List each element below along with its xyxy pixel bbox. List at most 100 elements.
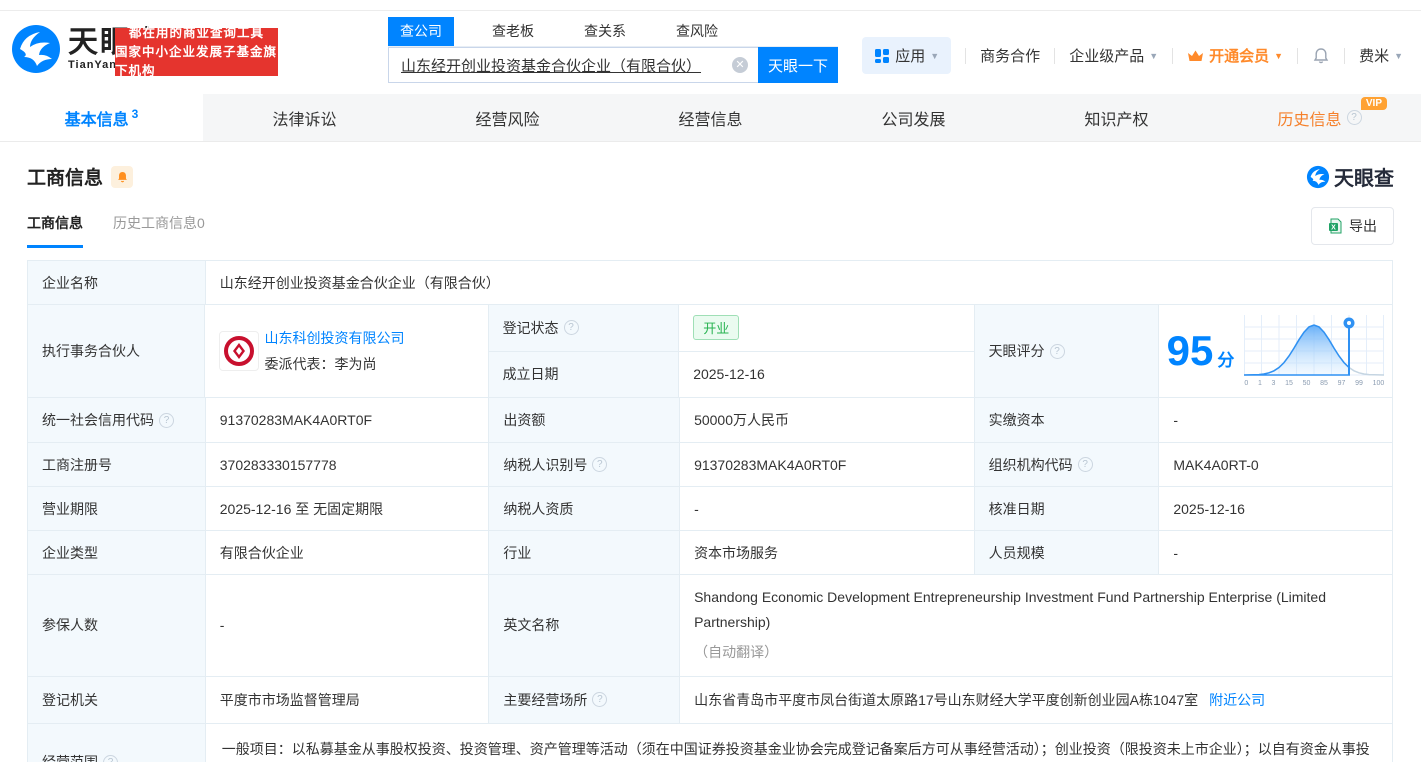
tab-operation-risk-label: 经营风险	[475, 106, 539, 130]
field-label: 行业	[489, 531, 680, 574]
table-row: 统一社会信用代码 ? 91370283MAK4A0RT0F 出资额 50000万…	[28, 398, 1392, 443]
nav-open-vip-label: 开通会员	[1209, 45, 1269, 66]
tab-company-development[interactable]: 公司发展	[812, 94, 1015, 141]
tab-operation-risk[interactable]: 经营风险	[406, 94, 609, 141]
nav-business-coop[interactable]: 商务合作	[980, 45, 1040, 66]
tab-operation-info[interactable]: 经营信息	[609, 94, 812, 141]
question-icon[interactable]: ?	[1347, 110, 1362, 125]
company-type-value: 有限合伙企业	[206, 531, 490, 574]
org-code-value: MAK4A0RT-0	[1159, 443, 1392, 486]
field-label: 执行事务合伙人	[28, 305, 205, 397]
vip-badge: VIP	[1361, 97, 1387, 110]
score-curve-chart: 0131550859799100	[1244, 315, 1384, 387]
field-label: 组织机构代码 ?	[975, 443, 1160, 486]
question-icon[interactable]: ?	[564, 320, 579, 335]
search-tab-company[interactable]: 查公司	[388, 17, 454, 46]
tab-legal[interactable]: 法律诉讼	[203, 94, 406, 141]
tab-history-info-label: 历史信息	[1277, 106, 1341, 130]
field-label: 纳税人资质	[489, 487, 680, 530]
taxpayer-qualification-value: -	[680, 487, 975, 530]
table-row: 执行事务合伙人 山东科创投资有限公司 委派代表：李为尚 登记状态 ?	[28, 305, 1392, 398]
site-header: 天眼查 TianYanCha.com 都在用的商业查询工具 国家中小企业发展子基…	[0, 11, 1421, 94]
search-tab-relation[interactable]: 查关系	[572, 17, 638, 46]
taxpayer-id-value: 91370283MAK4A0RT0F	[680, 443, 975, 486]
business-term-value: 2025-12-16 至 无固定期限	[206, 487, 490, 530]
field-label: 实缴资本	[975, 398, 1160, 442]
search-tab-risk[interactable]: 查风险	[664, 17, 730, 46]
search-tab-boss[interactable]: 查老板	[480, 17, 546, 46]
chevron-down-icon: ▼	[1149, 51, 1158, 61]
english-name-value: Shandong Economic Development Entreprene…	[680, 575, 1392, 676]
field-label: 人员规模	[975, 531, 1160, 574]
score-unit: 分	[1217, 346, 1234, 371]
tab-history-info[interactable]: VIP 历史信息 ?	[1218, 94, 1421, 141]
search-tabs: 查公司 查老板 查关系 查风险	[388, 17, 838, 47]
field-label: 主要经营场所 ?	[489, 677, 680, 723]
nav-notifications[interactable]	[1312, 47, 1330, 65]
table-row: 参保人数 - 英文名称 Shandong Economic Developmen…	[28, 575, 1392, 677]
field-label: 登记机关	[28, 677, 206, 723]
chevron-down-icon: ▼	[1274, 51, 1283, 61]
top-divider	[0, 0, 1421, 11]
subtab-history-business-info[interactable]: 历史工商信息0	[113, 213, 205, 245]
partner-company-link[interactable]: 山东科创投资有限公司	[264, 328, 404, 348]
question-icon[interactable]: ?	[1078, 457, 1093, 472]
subscribe-bell-icon[interactable]	[111, 166, 133, 188]
question-icon[interactable]: ?	[592, 457, 607, 472]
question-icon[interactable]: ?	[592, 692, 607, 707]
question-icon[interactable]: ?	[159, 413, 174, 428]
nearby-companies-link[interactable]: 附近公司	[1209, 690, 1265, 710]
table-row: 企业类型 有限合伙企业 行业 资本市场服务 人员规模 -	[28, 531, 1392, 575]
field-label: 统一社会信用代码 ?	[28, 398, 206, 442]
search-clear-icon[interactable]: ✕	[732, 57, 748, 73]
search-module: 查公司 查老板 查关系 查风险 ✕ 天眼一下	[388, 17, 838, 83]
tab-basic-info[interactable]: 基本信息 3	[0, 94, 203, 141]
chevron-down-icon: ▼	[1394, 51, 1403, 61]
tab-basic-info-count: 3	[132, 107, 139, 121]
business-scope-value: 一般项目：以私募基金从事股权投资、投资管理、资产管理等活动（须在中国证券投资基金…	[206, 724, 1392, 762]
nav-enterprise-products[interactable]: 企业级产品 ▼	[1069, 45, 1158, 66]
insured-count-value: -	[206, 575, 490, 676]
nav-apps[interactable]: 应用 ▼	[862, 37, 951, 74]
approval-date-value: 2025-12-16	[1159, 487, 1392, 530]
search-button[interactable]: 天眼一下	[758, 47, 838, 83]
field-label: 出资额	[489, 398, 680, 442]
registration-authority-value: 平度市市场监督管理局	[206, 677, 490, 723]
industry-value: 资本市场服务	[680, 531, 975, 574]
tianyan-score-cell: 95 分	[1159, 305, 1392, 397]
tab-intellectual-property[interactable]: 知识产权	[1015, 94, 1218, 141]
svg-text:X: X	[1331, 225, 1336, 232]
field-label: 营业期限	[28, 487, 206, 530]
field-label: 参保人数	[28, 575, 206, 676]
registration-status-value: 开业	[679, 305, 973, 351]
export-label: 导出	[1349, 216, 1377, 236]
table-row: 企业名称 山东经开创业投资基金合伙企业（有限合伙）	[28, 261, 1392, 305]
partner-representative: 委派代表：李为尚	[264, 354, 404, 374]
question-icon[interactable]: ?	[1050, 344, 1065, 359]
search-input[interactable]	[388, 47, 758, 83]
auto-translate-note: （自动翻译）	[694, 640, 778, 665]
establish-date-value: 2025-12-16	[679, 352, 973, 398]
export-button[interactable]: X 导出	[1311, 207, 1394, 245]
tab-legal-label: 法律诉讼	[272, 106, 336, 130]
tianyancha-watermark: 天眼查	[1306, 162, 1394, 191]
promo-banner: 都在用的商业查询工具 国家中小企业发展子基金旗下机构	[115, 28, 278, 76]
tab-operation-info-label: 经营信息	[678, 106, 742, 130]
partner-company-logo	[219, 331, 259, 371]
field-label: 登记状态 ?	[489, 305, 680, 351]
tab-company-development-label: 公司发展	[881, 106, 945, 130]
score-value: 95	[1167, 330, 1214, 372]
company-name-value: 山东经开创业投资基金合伙企业（有限合伙）	[206, 261, 1392, 304]
tianyancha-logo-icon	[10, 23, 62, 75]
nav-separator	[965, 48, 966, 64]
nav-user-menu[interactable]: 费米 ▼	[1359, 45, 1403, 66]
nav-business-coop-label: 商务合作	[980, 45, 1040, 66]
nav-open-vip[interactable]: 开通会员 ▼	[1187, 45, 1283, 66]
tab-basic-info-label: 基本信息	[65, 106, 129, 130]
tianyancha-watermark-icon	[1306, 165, 1330, 189]
subtab-business-info[interactable]: 工商信息	[27, 213, 83, 248]
business-info-table: 企业名称 山东经开创业投资基金合伙企业（有限合伙） 执行事务合伙人 山东科创投资…	[27, 260, 1393, 762]
field-label: 英文名称	[489, 575, 680, 676]
promo-line-1: 都在用的商业查询工具	[129, 24, 264, 43]
question-icon[interactable]: ?	[103, 755, 118, 762]
